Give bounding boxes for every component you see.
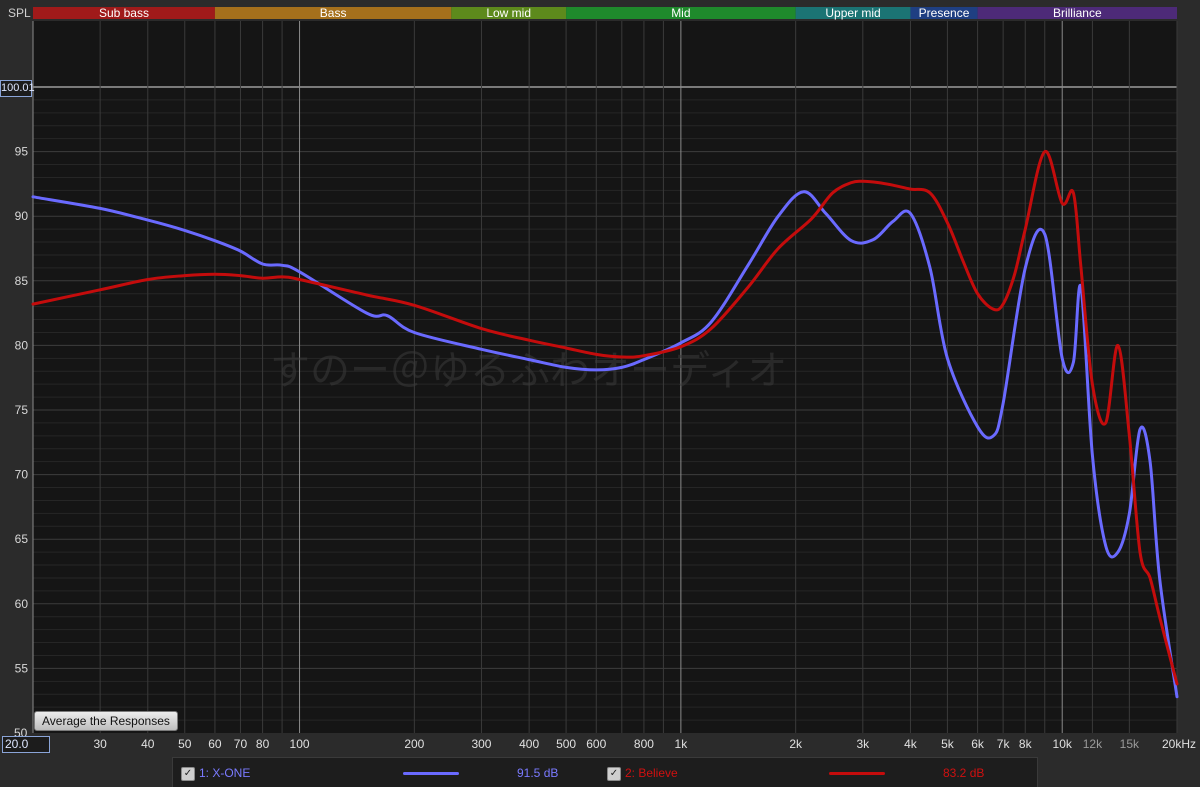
legend-item-2[interactable]: ✓ 2: Believe 83.2 dB <box>605 765 1025 781</box>
x-tick-label: 100 <box>290 737 310 751</box>
x-tick-label: 50 <box>178 737 192 751</box>
x-tick-label: 10k <box>1053 737 1073 751</box>
y-tick-label: 90 <box>15 209 29 223</box>
x-tick-label: 500 <box>556 737 576 751</box>
band-label: Upper mid <box>825 6 880 20</box>
x-tick-label: 2k <box>789 737 803 751</box>
band-label: Bass <box>320 6 347 20</box>
x-tick-label: 600 <box>586 737 606 751</box>
y-tick-label: 55 <box>15 661 29 675</box>
legend-value-1: 91.5 dB <box>517 766 559 780</box>
x-tick-label: 30 <box>93 737 107 751</box>
band-label: Sub bass <box>99 6 149 20</box>
x-tick-label: 12k <box>1083 737 1103 751</box>
y-tick-label: 60 <box>15 597 29 611</box>
watermark-text: すのー＠ゆるふわオーディオ <box>270 348 787 394</box>
band-label: Mid <box>671 6 690 20</box>
y-tick-label: 95 <box>15 145 29 159</box>
legend-item-1[interactable]: ✓ 1: X-ONE 91.5 dB <box>179 765 599 781</box>
y-tick-label: 85 <box>15 274 29 288</box>
legend-swatch-2 <box>829 772 885 775</box>
band-label: Presence <box>919 6 970 20</box>
x-tick-label: 8k <box>1019 737 1033 751</box>
legend-checkbox-2[interactable]: ✓ <box>607 767 621 781</box>
y-tick-label: 70 <box>15 468 29 482</box>
x-tick-label: 300 <box>471 737 491 751</box>
x-tick-label: 6k <box>971 737 985 751</box>
x-tick-label: 70 <box>234 737 248 751</box>
band-label: Low mid <box>486 6 531 20</box>
legend-value-2: 83.2 dB <box>943 766 985 780</box>
x-tick-label: 5k <box>941 737 955 751</box>
frequency-response-chart: Sub bass Bass Low mid Mid Upper mid Presence B… <box>0 0 1200 786</box>
y-tick-label: 65 <box>15 532 29 546</box>
x-tick-label: 800 <box>634 737 654 751</box>
legend-swatch-1 <box>403 772 459 775</box>
frequency-band-bar: Sub bass Bass Low mid Mid Upper mid Presence B… <box>33 6 1177 20</box>
y-tick-label: 80 <box>15 338 29 352</box>
x-tick-label: 80 <box>256 737 270 751</box>
x-axis-ticks: 30 40 50 60 70 80 100 200 300 400 500 600 800 1k 2k 3k 4… <box>93 737 1196 751</box>
x-tick-label: 4k <box>904 737 918 751</box>
x-tick-label: 3k <box>856 737 870 751</box>
legend-label-1: 1: X-ONE <box>199 766 251 780</box>
x-min-field[interactable]: 20.0 <box>2 736 50 753</box>
x-tick-label: 40 <box>141 737 155 751</box>
legend-label-2: 2: Believe <box>625 766 678 780</box>
y-tick-label: 75 <box>15 403 29 417</box>
x-tick-label: 400 <box>519 737 539 751</box>
average-responses-button[interactable]: Average the Responses <box>34 711 178 731</box>
legend-checkbox-1[interactable]: ✓ <box>181 767 195 781</box>
x-tick-label: 1k <box>675 737 689 751</box>
band-label: Brilliance <box>1053 6 1102 20</box>
x-tick-label: 7k <box>997 737 1011 751</box>
y-max-field[interactable]: 100.01 <box>0 80 35 97</box>
y-axis-label: SPL <box>8 6 31 20</box>
x-tick-label: 60 <box>208 737 222 751</box>
legend-bar: ✓ 1: X-ONE 91.5 dB ✓ 2: Believe 83.2 dB <box>172 757 1038 787</box>
x-tick-label: 20kHz <box>1162 737 1196 751</box>
x-tick-label: 15k <box>1120 737 1140 751</box>
x-tick-label: 200 <box>404 737 424 751</box>
